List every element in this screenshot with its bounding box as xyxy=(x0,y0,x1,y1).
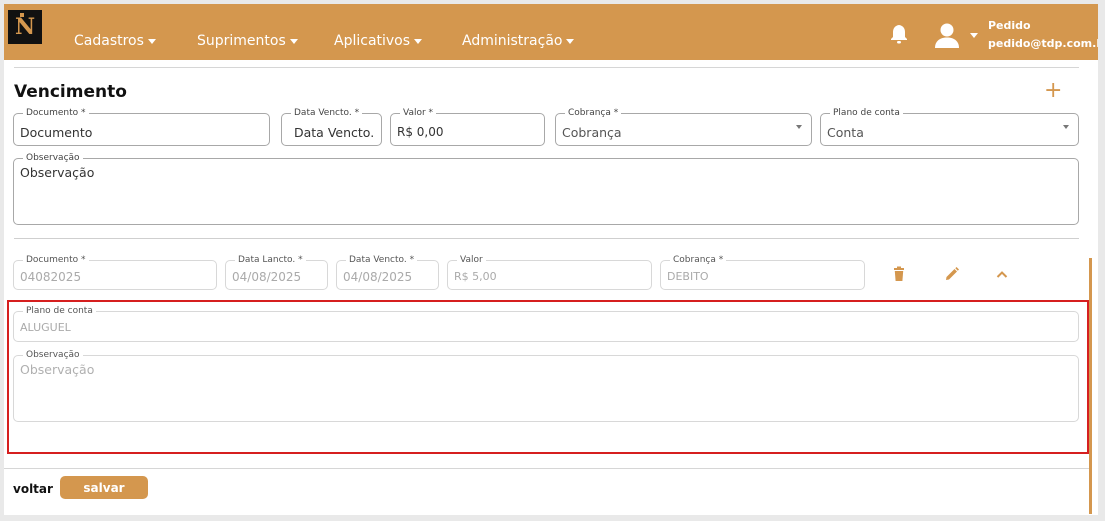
caret-down-icon xyxy=(147,38,156,44)
back-link[interactable]: voltar xyxy=(13,482,53,496)
section-divider xyxy=(14,67,1079,68)
field-value: R$ 5,00 xyxy=(454,270,497,283)
section-divider xyxy=(14,238,1079,239)
field-value: 04/08/2025 xyxy=(232,270,302,284)
nav-menu-cadastros[interactable]: Cadastros xyxy=(74,33,156,49)
entry-plano-de-conta-field: Plano de conta ALUGUEL xyxy=(13,305,1079,342)
trash-icon[interactable] xyxy=(891,266,907,282)
entry-data-lancto-field: Data Lancto. * 04/08/2025 xyxy=(225,254,328,290)
app-window: N Cadastros Suprimentos Aplicativos Admi… xyxy=(4,4,1098,515)
entry-observacao-textarea: Observação Observação xyxy=(13,349,1079,422)
user-name: Pedido xyxy=(988,19,1031,32)
field-placeholder: Observação xyxy=(20,165,95,180)
field-label: Data Vencto. * xyxy=(346,254,418,266)
entry-documento-field: Documento * 04082025 xyxy=(13,254,217,290)
page-title: Vencimento xyxy=(14,82,127,102)
user-email: pedido@tdp.com.br xyxy=(988,37,1098,50)
field-label: Observação xyxy=(23,152,83,164)
field-label: Cobrança * xyxy=(565,107,622,119)
field-value: 04082025 xyxy=(20,270,82,284)
user-avatar-icon[interactable] xyxy=(934,22,960,48)
field-label: Valor xyxy=(457,254,486,266)
field-label: Cobrança * xyxy=(670,254,727,266)
scrollbar-track[interactable] xyxy=(1094,60,1098,515)
caret-down-icon xyxy=(566,38,575,44)
field-label: Data Lancto. * xyxy=(235,254,306,266)
app-logo[interactable]: N xyxy=(8,10,42,44)
plano-de-conta-select[interactable]: Plano de conta Conta xyxy=(820,107,1079,146)
entry-cobranca-field: Cobrança * DEBITO xyxy=(660,254,865,290)
field-label: Documento * xyxy=(23,254,89,266)
field-placeholder: Data Vencto. xyxy=(294,125,375,140)
caret-down-icon xyxy=(414,38,423,44)
valor-field[interactable]: Valor * R$ 0,00 xyxy=(390,107,545,146)
field-value: R$ 0,00 xyxy=(397,125,444,139)
nav-menu-label: Administração xyxy=(462,33,563,49)
field-value: ALUGUEL xyxy=(20,321,71,334)
cobranca-select[interactable]: Cobrança * Cobrança xyxy=(555,107,812,146)
field-placeholder: Conta xyxy=(827,125,864,140)
save-button[interactable]: salvar xyxy=(60,476,148,499)
documento-field[interactable]: Documento * Documento xyxy=(13,107,270,146)
field-label: Plano de conta xyxy=(830,107,903,119)
caret-down-icon xyxy=(289,38,298,44)
data-vencto-field[interactable]: Data Vencto. * Data Vencto. xyxy=(281,107,382,146)
nav-menu-suprimentos[interactable]: Suprimentos xyxy=(197,33,298,49)
dropdown-caret-icon xyxy=(796,125,802,129)
field-value: 04/08/2025 xyxy=(343,270,413,284)
observacao-textarea[interactable]: Observação Observação xyxy=(13,152,1079,225)
field-label: Observação xyxy=(23,349,83,361)
field-placeholder: Documento xyxy=(20,125,93,140)
top-navbar: N Cadastros Suprimentos Aplicativos Admi… xyxy=(4,4,1098,60)
field-placeholder: Cobrança xyxy=(562,125,622,140)
user-menu-caret-icon[interactable] xyxy=(970,33,978,38)
nav-menu-aplicativos[interactable]: Aplicativos xyxy=(334,33,423,49)
footer-divider xyxy=(4,468,1089,469)
field-placeholder: Observação xyxy=(20,362,95,377)
nav-menu-label: Cadastros xyxy=(74,33,144,49)
entry-data-vencto-field: Data Vencto. * 04/08/2025 xyxy=(336,254,439,290)
chevron-up-icon[interactable] xyxy=(994,266,1010,282)
field-label: Valor * xyxy=(400,107,437,119)
dropdown-caret-icon xyxy=(1063,125,1069,129)
field-label: Documento * xyxy=(23,107,89,119)
scrollbar-thumb[interactable] xyxy=(1089,258,1092,514)
entry-valor-field: Valor R$ 5,00 xyxy=(447,254,652,290)
field-value: DEBITO xyxy=(667,270,709,283)
nav-menu-administracao[interactable]: Administração xyxy=(462,33,575,49)
nav-menu-label: Aplicativos xyxy=(334,33,411,49)
nav-menu-label: Suprimentos xyxy=(197,33,286,49)
pencil-icon[interactable] xyxy=(944,266,960,282)
bell-icon[interactable] xyxy=(890,22,908,44)
field-label: Data Vencto. * xyxy=(291,107,363,119)
field-label: Plano de conta xyxy=(23,305,96,317)
plus-icon[interactable]: + xyxy=(1044,80,1062,102)
